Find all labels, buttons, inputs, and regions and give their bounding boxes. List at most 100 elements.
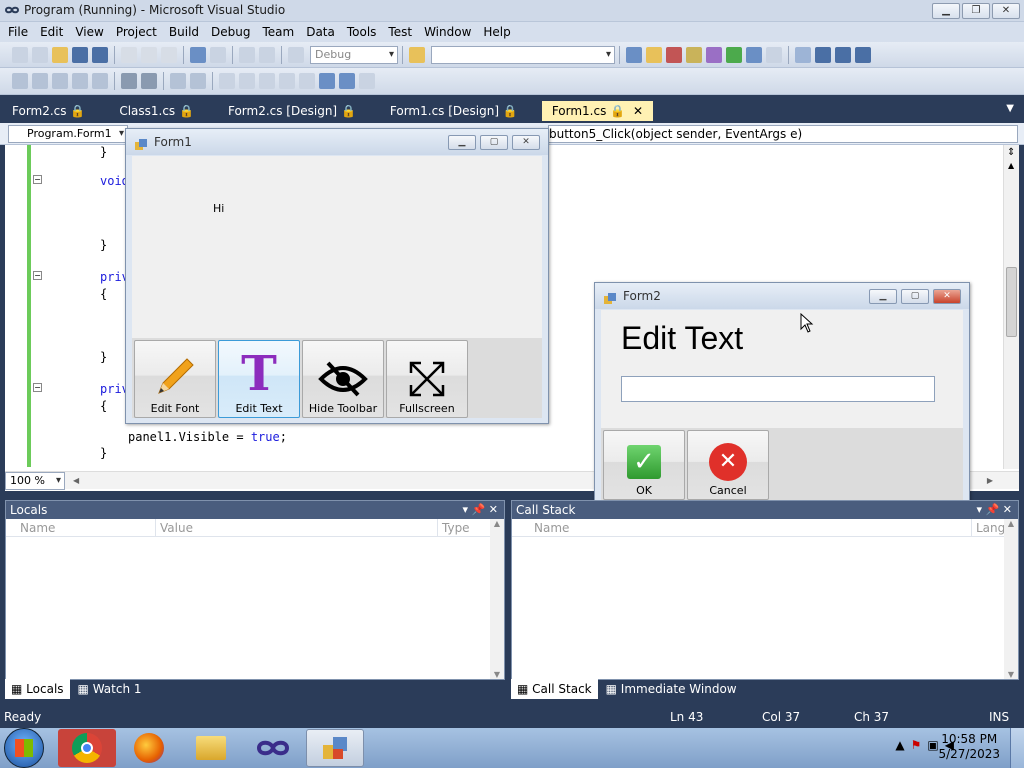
cancel-button[interactable]: ✕ Cancel — [687, 430, 769, 500]
bookmark-icon[interactable] — [219, 73, 235, 89]
find-combo[interactable] — [431, 45, 615, 64]
fullscreen-button[interactable]: Fullscreen — [386, 340, 468, 418]
editor-vertical-scrollbar[interactable]: ⇕ ▲ — [1003, 145, 1019, 469]
command-window-icon[interactable] — [766, 46, 782, 63]
next-bookmark-folder-icon[interactable] — [299, 73, 315, 89]
start-debugging-icon[interactable] — [288, 46, 304, 63]
navigate-forward-icon[interactable] — [259, 46, 275, 63]
hide-toolbar-button[interactable]: Hide Toolbar — [302, 340, 384, 418]
zoom-select[interactable]: 100 % — [5, 471, 65, 490]
menu-edit[interactable]: Edit — [34, 22, 69, 42]
edit-font-button[interactable]: Edit Font — [134, 340, 216, 418]
edit-text-button[interactable]: T Edit Text — [218, 340, 300, 418]
tab-class1-cs[interactable]: Class1.cs 🔒 — [109, 101, 204, 121]
network-icon[interactable]: ▣ — [927, 738, 938, 752]
close-pane-icon[interactable]: ✕ — [1003, 503, 1012, 516]
close-button[interactable]: ✕ — [992, 3, 1020, 19]
font-icon[interactable] — [72, 73, 88, 89]
col-lang[interactable]: Lang — [972, 519, 1005, 537]
break-all-icon[interactable] — [815, 46, 831, 63]
form2-maximize-button[interactable]: ▢ — [901, 289, 929, 304]
scroll-right-icon[interactable]: ▶ — [987, 476, 993, 485]
menu-window[interactable]: Window — [418, 22, 477, 42]
comment-icon[interactable] — [170, 73, 186, 89]
menu-file[interactable]: File — [2, 22, 34, 42]
solution-configuration-select[interactable]: Debug — [310, 45, 398, 64]
uncomment-icon[interactable] — [190, 73, 206, 89]
extension-manager-icon[interactable] — [746, 46, 762, 63]
ok-button[interactable]: ✓ OK — [603, 430, 685, 500]
scroll-left-icon[interactable]: ◀ — [73, 476, 79, 485]
continue-icon[interactable] — [795, 46, 811, 63]
col-value[interactable]: Value — [156, 518, 438, 537]
find-in-files-icon[interactable] — [409, 46, 425, 63]
menu-view[interactable]: View — [69, 22, 109, 42]
team-explorer-icon[interactable] — [706, 46, 722, 63]
search-bookmark-icon[interactable] — [359, 73, 375, 89]
toolbox-icon[interactable] — [686, 46, 702, 63]
menu-team[interactable]: Team — [256, 22, 300, 42]
stop-debugging-icon[interactable] — [835, 46, 851, 63]
indent-icon[interactable] — [121, 73, 137, 89]
redo-icon[interactable] — [210, 46, 226, 63]
member-dropdown[interactable]: button5_Click(object sender, EventArgs e… — [548, 125, 1018, 143]
pin-icon[interactable]: 📌 — [986, 503, 1000, 516]
align-icon[interactable] — [32, 73, 48, 89]
type-dropdown[interactable]: Program.Form1 — [8, 125, 128, 143]
tray-expand-icon[interactable]: ▲ — [895, 738, 904, 752]
tab-form2-cs[interactable]: Form2.cs 🔒 — [2, 101, 95, 121]
form1-minimize-button[interactable]: ▁ — [448, 135, 476, 150]
restore-button[interactable]: ❐ — [962, 3, 990, 19]
pointer-icon[interactable] — [52, 73, 68, 89]
dropdown-icon[interactable]: ▾ — [977, 503, 983, 516]
outline-collapse-icon[interactable]: − — [33, 271, 42, 280]
outline-collapse-icon[interactable]: − — [33, 383, 42, 392]
clock[interactable]: 10:58 PM 5/27/2023 — [938, 732, 1000, 762]
pin-icon[interactable]: 📌 — [472, 503, 486, 516]
taskbar-visual-studio[interactable] — [244, 729, 302, 767]
close-tab-icon[interactable]: ✕ — [633, 104, 643, 118]
close-pane-icon[interactable]: ✕ — [489, 503, 498, 516]
prev-bookmark-icon[interactable] — [239, 73, 255, 89]
cut-icon[interactable] — [121, 46, 137, 63]
text-input[interactable] — [621, 376, 935, 402]
form1-close-button[interactable]: ✕ — [512, 135, 540, 150]
object-browser-icon[interactable] — [666, 46, 682, 63]
col-type[interactable]: Type — [438, 519, 470, 537]
tab-immediate-window[interactable]: ▦ Immediate Window — [600, 679, 743, 699]
col-name[interactable]: Name — [6, 518, 156, 537]
locals-scrollbar[interactable]: ▲ ▼ — [490, 519, 504, 679]
prev-bookmark-folder-icon[interactable] — [279, 73, 295, 89]
dropdown-icon[interactable]: ▾ — [463, 503, 469, 516]
tab-form2-design[interactable]: Form2.cs [Design] 🔒 — [218, 101, 366, 121]
tab-call-stack[interactable]: ▦ Call Stack — [511, 679, 598, 699]
properties-icon[interactable] — [646, 46, 662, 63]
menu-debug[interactable]: Debug — [205, 22, 256, 42]
menu-project[interactable]: Project — [110, 22, 163, 42]
paste-icon[interactable] — [161, 46, 177, 63]
menu-build[interactable]: Build — [163, 22, 205, 42]
layout-align-icon[interactable] — [12, 73, 28, 89]
scroll-up-icon[interactable]: ▲ — [1008, 161, 1014, 170]
split-handle-icon[interactable]: ⇕ — [1007, 147, 1015, 158]
restart-icon[interactable] — [855, 46, 871, 63]
clear-bookmarks-icon[interactable] — [319, 73, 335, 89]
form2-close-button[interactable]: ✕ — [933, 289, 961, 304]
taskbar-firefox[interactable] — [120, 729, 178, 767]
tab-locals[interactable]: ▦ Locals — [5, 679, 70, 699]
taskbar-explorer[interactable] — [182, 729, 240, 767]
minimize-button[interactable]: ▁ — [932, 3, 960, 19]
save-icon[interactable] — [72, 46, 88, 63]
tab-watch1[interactable]: ▦ Watch 1 — [72, 679, 148, 699]
form2-minimize-button[interactable]: ▁ — [869, 289, 897, 304]
col-name[interactable]: Name — [512, 518, 972, 537]
outline-collapse-icon[interactable]: − — [33, 175, 42, 184]
callstack-scrollbar[interactable]: ▲ ▼ — [1004, 519, 1018, 679]
show-desktop-button[interactable] — [1010, 728, 1024, 768]
taskbar-chrome[interactable] — [58, 729, 116, 767]
copy-icon[interactable] — [141, 46, 157, 63]
undo-icon[interactable] — [190, 46, 206, 63]
tab-form1-cs[interactable]: Form1.cs 🔒 ✕ — [541, 101, 654, 121]
start-button[interactable] — [4, 728, 44, 768]
start-page-icon[interactable] — [726, 46, 742, 63]
